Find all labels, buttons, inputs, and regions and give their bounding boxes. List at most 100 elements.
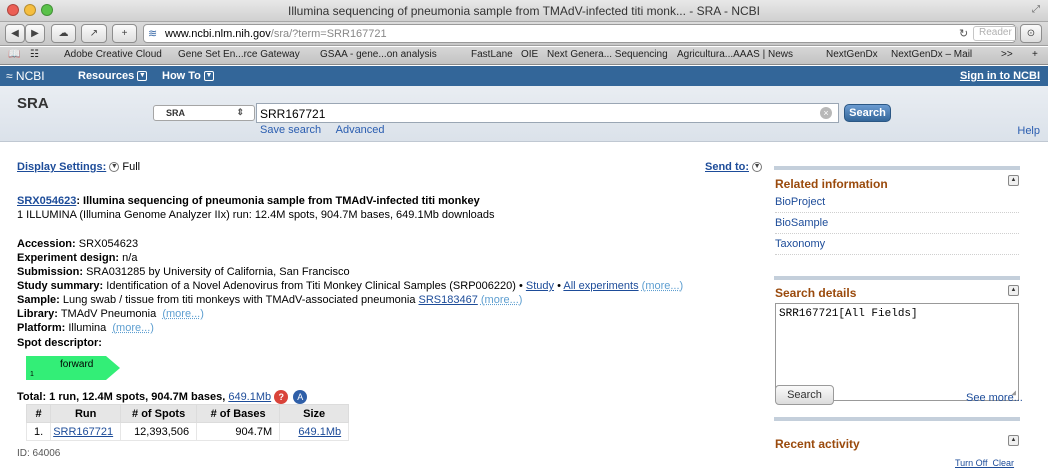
bookmarks-overflow-button[interactable]: >> <box>1001 49 1013 60</box>
divider <box>775 233 1019 234</box>
share-button[interactable]: ↗ <box>81 24 107 43</box>
forward-button[interactable]: ▶ <box>25 24 45 43</box>
collapse-icon[interactable]: ▲ <box>1008 435 1019 446</box>
col-header-bases: # of Bases <box>196 404 281 423</box>
accession-field: Accession: SRX054623 <box>17 238 139 250</box>
top-sites-icon[interactable]: ☷ <box>30 49 39 60</box>
more-link[interactable]: (more...) <box>112 322 154 334</box>
table-row: 1. SRR167721 12,393,506 904.7M 649.1Mb <box>25 422 350 441</box>
reader-button[interactable]: Reader <box>973 26 1018 41</box>
ncbi-header: ≈ NCBI Resources ▼ How To ▼ Sign in to N… <box>0 66 1048 86</box>
send-to[interactable]: Send to: ▼ <box>705 161 763 173</box>
divider <box>775 212 1019 213</box>
howto-menu[interactable]: How To ▼ <box>162 70 214 82</box>
ncbi-favicon-icon: ≋ <box>148 28 158 40</box>
bookmark-item[interactable]: Agricultura...AAAS | News <box>677 49 793 60</box>
size-link[interactable]: 649.1Mb <box>298 426 341 438</box>
col-header-spots: # of Spots <box>120 404 198 423</box>
run-link[interactable]: SRR167721 <box>53 426 113 438</box>
clear-link[interactable]: Clear <box>993 458 1015 468</box>
search-details-title[interactable]: Search details <box>775 286 856 300</box>
more-link[interactable]: (more...) <box>162 308 204 320</box>
chevron-down-icon[interactable]: ▼ <box>752 162 763 173</box>
database-select[interactable]: SRA ⇕ <box>153 105 255 121</box>
aspera-icon[interactable]: A <box>293 390 308 404</box>
bookmark-item[interactable]: Next Genera... Sequencing <box>547 49 668 60</box>
collapse-icon[interactable]: ▲ <box>1008 175 1019 186</box>
record-subtitle: 1 ILLUMINA (Illumina Genome Analyzer IIx… <box>17 209 495 221</box>
related-link-taxonomy[interactable]: Taxonomy <box>775 238 825 250</box>
cell-num: 1. <box>25 422 52 441</box>
advanced-search-link[interactable]: Advanced <box>336 124 385 136</box>
resources-menu[interactable]: Resources ▼ <box>78 70 148 82</box>
display-settings-value: Full <box>122 161 141 173</box>
platform-field: Platform: Illumina (more...) <box>17 322 154 334</box>
more-link[interactable]: (more...) <box>481 294 523 306</box>
search-input[interactable]: SRR167721 × <box>256 103 839 123</box>
bookmark-item[interactable]: Gene Set En...rce Gateway <box>178 49 300 60</box>
address-text[interactable]: www.ncbi.nlm.nih.gov/sra/?term=SRR167721 <box>165 28 387 40</box>
accession-link[interactable]: SRX054623 <box>17 195 76 207</box>
chevron-down-icon[interactable]: ▼ <box>109 162 120 173</box>
study-link[interactable]: Study <box>526 280 554 292</box>
display-settings[interactable]: Display Settings: ▼ Full <box>17 161 140 173</box>
collapse-icon[interactable]: ▲ <box>1008 285 1019 296</box>
bookmark-item[interactable]: GSAA - gene...on analysis <box>320 49 437 60</box>
bookmark-item[interactable]: FastLane <box>471 49 513 60</box>
portlet-divider <box>774 276 1020 280</box>
sign-in-link[interactable]: Sign in to NCBI <box>960 70 1040 82</box>
display-settings-label[interactable]: Display Settings: <box>17 161 106 173</box>
cell-size: 649.1Mb <box>279 422 350 441</box>
search-button[interactable]: Search <box>844 104 891 122</box>
database-title: SRA <box>17 95 49 112</box>
window-titlebar: Illumina sequencing of pneumonia sample … <box>0 0 1048 22</box>
search-input-value: SRR167721 <box>260 107 326 121</box>
send-to-label[interactable]: Send to: <box>705 161 749 173</box>
more-link[interactable]: (more...) <box>642 280 684 292</box>
back-button[interactable]: ◀ <box>5 24 25 43</box>
select-arrows-icon: ⇕ <box>236 107 244 117</box>
fullscreen-icon[interactable]: ⤢ <box>1032 4 1040 15</box>
address-bar[interactable]: ≋ www.ncbi.nlm.nih.gov/sra/?term=SRR1677… <box>143 24 1018 43</box>
portlet-divider <box>774 166 1020 170</box>
downloads-button[interactable]: ⊙ <box>1020 24 1042 43</box>
new-tab-button[interactable]: + <box>112 24 137 43</box>
table-header-row: # Run # of Spots # of Bases Size <box>25 404 350 423</box>
col-header-size: Size <box>279 404 350 423</box>
sample-field: Sample: Lung swab / tissue from titi mon… <box>17 294 523 306</box>
cloud-tabs-button[interactable]: ☁ <box>51 24 76 43</box>
related-link-bioproject[interactable]: BioProject <box>775 196 825 208</box>
spot-descriptor-field: Spot descriptor: <box>17 337 102 349</box>
clear-search-icon[interactable]: × <box>820 107 832 119</box>
turn-off-link[interactable]: Turn Off <box>955 458 988 468</box>
reading-list-icon[interactable]: 📖 <box>8 49 20 60</box>
sidebar-search-button[interactable]: Search <box>775 385 834 405</box>
spot-descriptor-arrow: 1 forward <box>26 356 120 380</box>
study-field: Study summary: Identification of a Novel… <box>17 280 684 292</box>
recent-activity-title[interactable]: Recent activity <box>775 437 860 451</box>
total-size-link[interactable]: 649.1Mb <box>228 391 271 403</box>
sample-link[interactable]: SRS183467 <box>419 294 478 306</box>
related-link-biosample[interactable]: BioSample <box>775 217 828 229</box>
reload-icon[interactable]: ↻ <box>959 27 968 40</box>
recent-activity-controls: Turn Off Clear <box>955 458 1014 468</box>
help-icon[interactable]: ? <box>274 390 289 404</box>
divider <box>775 254 1019 255</box>
cell-run: SRR167721 <box>50 422 122 441</box>
ncbi-logo[interactable]: ≈ NCBI <box>6 69 45 83</box>
help-link[interactable]: Help <box>1017 125 1040 137</box>
bookmark-item[interactable]: NextGenDx <box>826 49 878 60</box>
chevron-down-icon: ▼ <box>137 71 148 82</box>
bookmark-item[interactable]: OIE <box>521 49 538 60</box>
all-experiments-link[interactable]: All experiments <box>563 280 638 292</box>
related-info-title[interactable]: Related information <box>775 177 888 191</box>
save-search-link[interactable]: Save search <box>260 124 321 136</box>
see-more-link[interactable]: See more... <box>966 392 1023 404</box>
add-tab-button[interactable]: + <box>1032 49 1038 60</box>
portlet-divider <box>774 417 1020 421</box>
bookmarks-bar: 📖 ☷ Adobe Creative Cloud Gene Set En...r… <box>0 47 1048 65</box>
library-field: Library: TMAdV Pneumonia (more...) <box>17 308 204 320</box>
cell-spots: 12,393,506 <box>120 422 198 441</box>
bookmark-item[interactable]: Adobe Creative Cloud <box>64 49 162 60</box>
bookmark-item[interactable]: NextGenDx – Mail <box>891 49 972 60</box>
